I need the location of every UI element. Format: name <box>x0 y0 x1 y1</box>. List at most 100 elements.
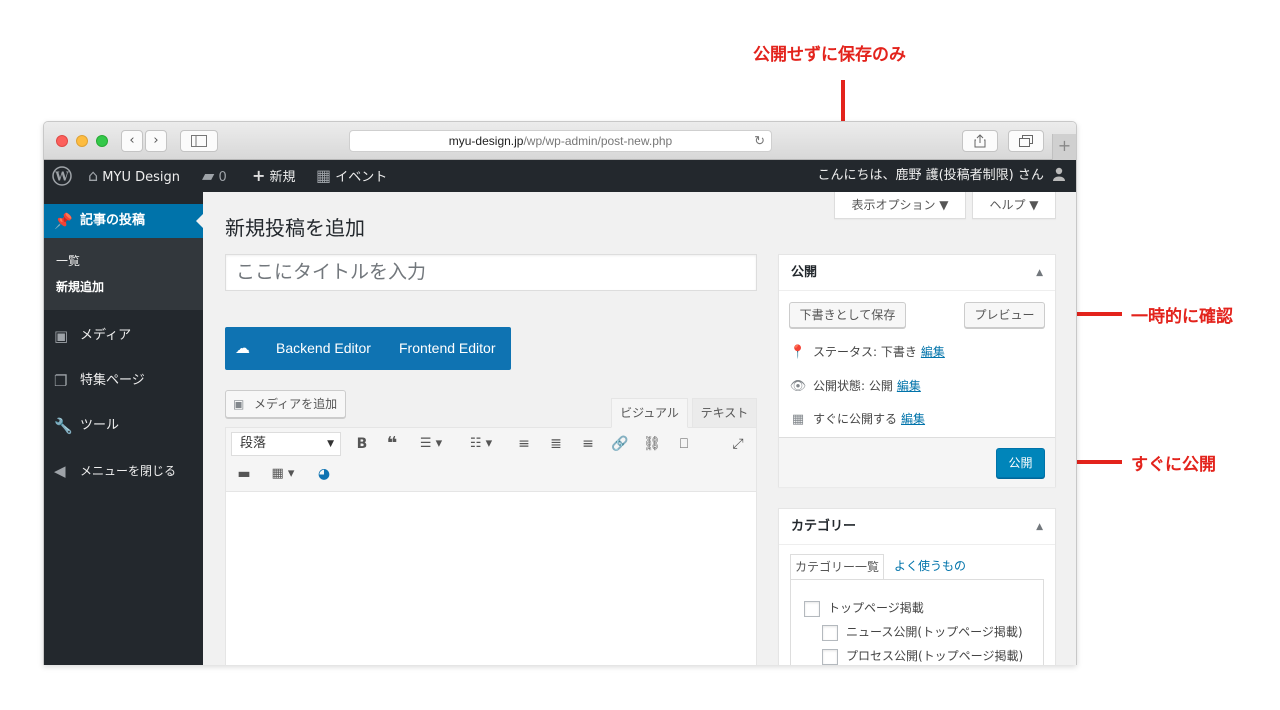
menu-item-pages[interactable]: ❐ 特集ページ <box>44 364 203 398</box>
event-label: イベント <box>335 170 388 185</box>
preview-button[interactable]: プレビュー <box>964 302 1045 328</box>
triangle-up-icon[interactable]: ▲ <box>1036 509 1043 545</box>
address-bar[interactable]: myu-design.jp/wp/wp-admin/post-new.php ↻ <box>349 130 772 152</box>
blockquote-icon[interactable]: ❝ <box>382 433 402 455</box>
wp-admin-bar: W ⌂ MYU Design ▰ 0 + 新規 ▦ イベント こんにちは、鹿野 … <box>44 160 1076 192</box>
tab-visual[interactable]: ビジュアル <box>611 398 688 428</box>
menu-item-tools-label: ツール <box>80 418 120 433</box>
event-link[interactable]: ▦ イベント <box>316 160 387 192</box>
publish-box: 公開 ▲ 下書きとして保存 プレビュー 📍 ステータス: 下書き 編集 👁 公開状態:… <box>778 254 1056 487</box>
visual-composer-bar: ☁ Backend Editor Frontend Editor <box>225 327 511 370</box>
format-select-value: 段落 <box>240 436 267 451</box>
chevron-left-icon: ‹ <box>129 133 135 148</box>
visibility-row: 👁 公開状態: 公開 編集 <box>789 377 921 394</box>
category-box: カテゴリー ▲ カテゴリー一覧 よく使うもの トップページ掲載 ニュース公開(ト… <box>778 508 1056 665</box>
share-icon <box>974 134 986 148</box>
checkbox[interactable] <box>822 648 838 665</box>
edit-visibility-link[interactable]: 編集 <box>897 379 921 393</box>
toolbar-toggle-icon[interactable]: ▬ <box>234 463 254 485</box>
publish-box-header[interactable]: 公開 ▲ <box>779 255 1055 291</box>
eye-icon: 👁 <box>789 379 807 394</box>
user-avatar-icon <box>1053 167 1065 181</box>
site-name-link[interactable]: ⌂ MYU Design <box>88 160 180 192</box>
forward-button[interactable]: › <box>145 130 167 152</box>
home-icon: ⌂ <box>88 166 99 185</box>
publish-box-title: 公開 <box>791 265 818 280</box>
fullscreen-icon[interactable]: ⤢ <box>728 433 748 455</box>
my-account-link[interactable]: こんにちは、鹿野 護(投稿者制限) さん <box>817 160 1066 192</box>
bold-icon[interactable]: B <box>352 433 372 455</box>
add-media-button[interactable]: ▣ メディアを追加 <box>225 390 347 418</box>
media-icon: ▣ <box>54 327 69 345</box>
share-button[interactable] <box>962 130 998 152</box>
wordpress-logo-icon[interactable]: W <box>52 160 72 192</box>
menu-item-posts-label: 記事の投稿 <box>80 213 146 228</box>
category-checklist: トップページ掲載 ニュース公開(トップページ掲載) プロセス公開(トップページ掲… <box>790 579 1044 665</box>
close-window-button[interactable] <box>56 135 68 147</box>
publish-button[interactable]: 公開 <box>996 448 1045 478</box>
post-title-input[interactable]: ここにタイトルを入力 <box>225 254 757 291</box>
category-item[interactable]: プロセス公開(トップページ掲載) <box>822 648 1023 665</box>
browser-titlebar: ‹ › myu-design.jp/wp/wp-admin/post-new.p… <box>44 122 1076 160</box>
editor-toolbar: 段落 ▼ B ❝ ☰ ▾ ☷ ▾ ≡ ≣ ≡ 🔗 ⛓ ⎕ ⤢ ▬ ▦ ▾ ◕ <box>226 428 756 492</box>
category-label: プロセス公開(トップページ掲載) <box>846 649 1024 663</box>
page-title: 新規投稿を追加 <box>225 216 365 240</box>
submenu-item-all[interactable]: 一覧 <box>56 252 80 269</box>
tab-all-categories[interactable]: カテゴリー一覧 <box>790 554 884 580</box>
new-content-link[interactable]: + 新規 <box>252 160 296 192</box>
submenu-item-add-new[interactable]: 新規追加 <box>56 278 104 295</box>
zoom-window-button[interactable] <box>96 135 108 147</box>
menu-item-tools[interactable]: 🔧 ツール <box>44 409 203 443</box>
post-status-label: ステータス: 下書き <box>813 345 917 359</box>
plugin-logo-icon[interactable]: ◕ <box>314 463 334 485</box>
align-left-icon[interactable]: ≡ <box>514 433 534 455</box>
annotation-publish-now: すぐに公開 <box>1131 455 1216 475</box>
read-more-icon[interactable]: ⎕ <box>674 433 694 455</box>
numbered-list-icon[interactable]: ☷ ▾ <box>464 433 498 455</box>
pages-icon: ❐ <box>54 372 68 390</box>
link-icon[interactable]: 🔗 <box>610 433 630 455</box>
help-button[interactable]: ヘルプ ▼ <box>972 192 1056 219</box>
save-draft-button[interactable]: 下書きとして保存 <box>789 302 906 328</box>
edit-status-link[interactable]: 編集 <box>921 345 945 359</box>
caret-down-icon: ▼ <box>327 439 334 449</box>
post-content-editor[interactable]: 段落 ▼ B ❝ ☰ ▾ ☷ ▾ ≡ ≣ ≡ 🔗 ⛓ ⎕ ⤢ ▬ ▦ ▾ ◕ <box>225 427 757 665</box>
wrench-icon: 🔧 <box>54 417 73 435</box>
category-box-header[interactable]: カテゴリー ▲ <box>779 509 1055 545</box>
checkbox[interactable] <box>804 600 820 617</box>
media-icon: ▣ <box>233 397 245 411</box>
tab-text[interactable]: テキスト <box>692 398 757 428</box>
svg-text:W: W <box>54 170 69 184</box>
format-select[interactable]: 段落 ▼ <box>231 432 341 456</box>
frontend-editor-button[interactable]: Frontend Editor <box>399 327 496 370</box>
schedule-label: すぐに公開する <box>813 412 898 426</box>
calendar-icon: ▦ <box>316 166 332 185</box>
new-tab-button[interactable]: + <box>1052 134 1076 160</box>
bullet-list-icon[interactable]: ☰ ▾ <box>414 433 448 455</box>
align-center-icon[interactable]: ≣ <box>546 433 566 455</box>
menu-item-collapse[interactable]: ◀ メニューを閉じる <box>44 454 203 488</box>
minimize-window-button[interactable] <box>76 135 88 147</box>
reload-icon[interactable]: ↻ <box>754 131 765 151</box>
sidebar-toggle-button[interactable] <box>180 130 218 152</box>
collapse-icon: ◀ <box>54 462 66 480</box>
screen-options-button[interactable]: 表示オプション ▼ <box>834 192 966 219</box>
menu-item-media-label: メディア <box>80 328 132 343</box>
triangle-up-icon[interactable]: ▲ <box>1036 255 1043 291</box>
back-button[interactable]: ‹ <box>121 130 143 152</box>
tab-popular-categories[interactable]: よく使うもの <box>894 554 966 580</box>
edit-schedule-link[interactable]: 編集 <box>901 412 925 426</box>
comments-link[interactable]: ▰ 0 <box>202 160 227 192</box>
category-item[interactable]: トップページ掲載 <box>804 600 924 617</box>
unlink-icon[interactable]: ⛓ <box>642 433 662 455</box>
align-right-icon[interactable]: ≡ <box>578 433 598 455</box>
category-item[interactable]: ニュース公開(トップページ掲載) <box>822 624 1023 641</box>
visibility-label: 公開状態: 公開 <box>813 379 893 393</box>
table-icon[interactable]: ▦ ▾ <box>266 463 300 485</box>
menu-item-media[interactable]: ▣ メディア <box>44 319 203 353</box>
checkbox[interactable] <box>822 624 838 641</box>
menu-item-posts[interactable]: 📌 記事の投稿 <box>44 204 204 238</box>
tabs-overview-button[interactable] <box>1008 130 1044 152</box>
posts-submenu: 一覧 新規追加 <box>44 238 203 310</box>
backend-editor-button[interactable]: Backend Editor <box>276 327 371 370</box>
